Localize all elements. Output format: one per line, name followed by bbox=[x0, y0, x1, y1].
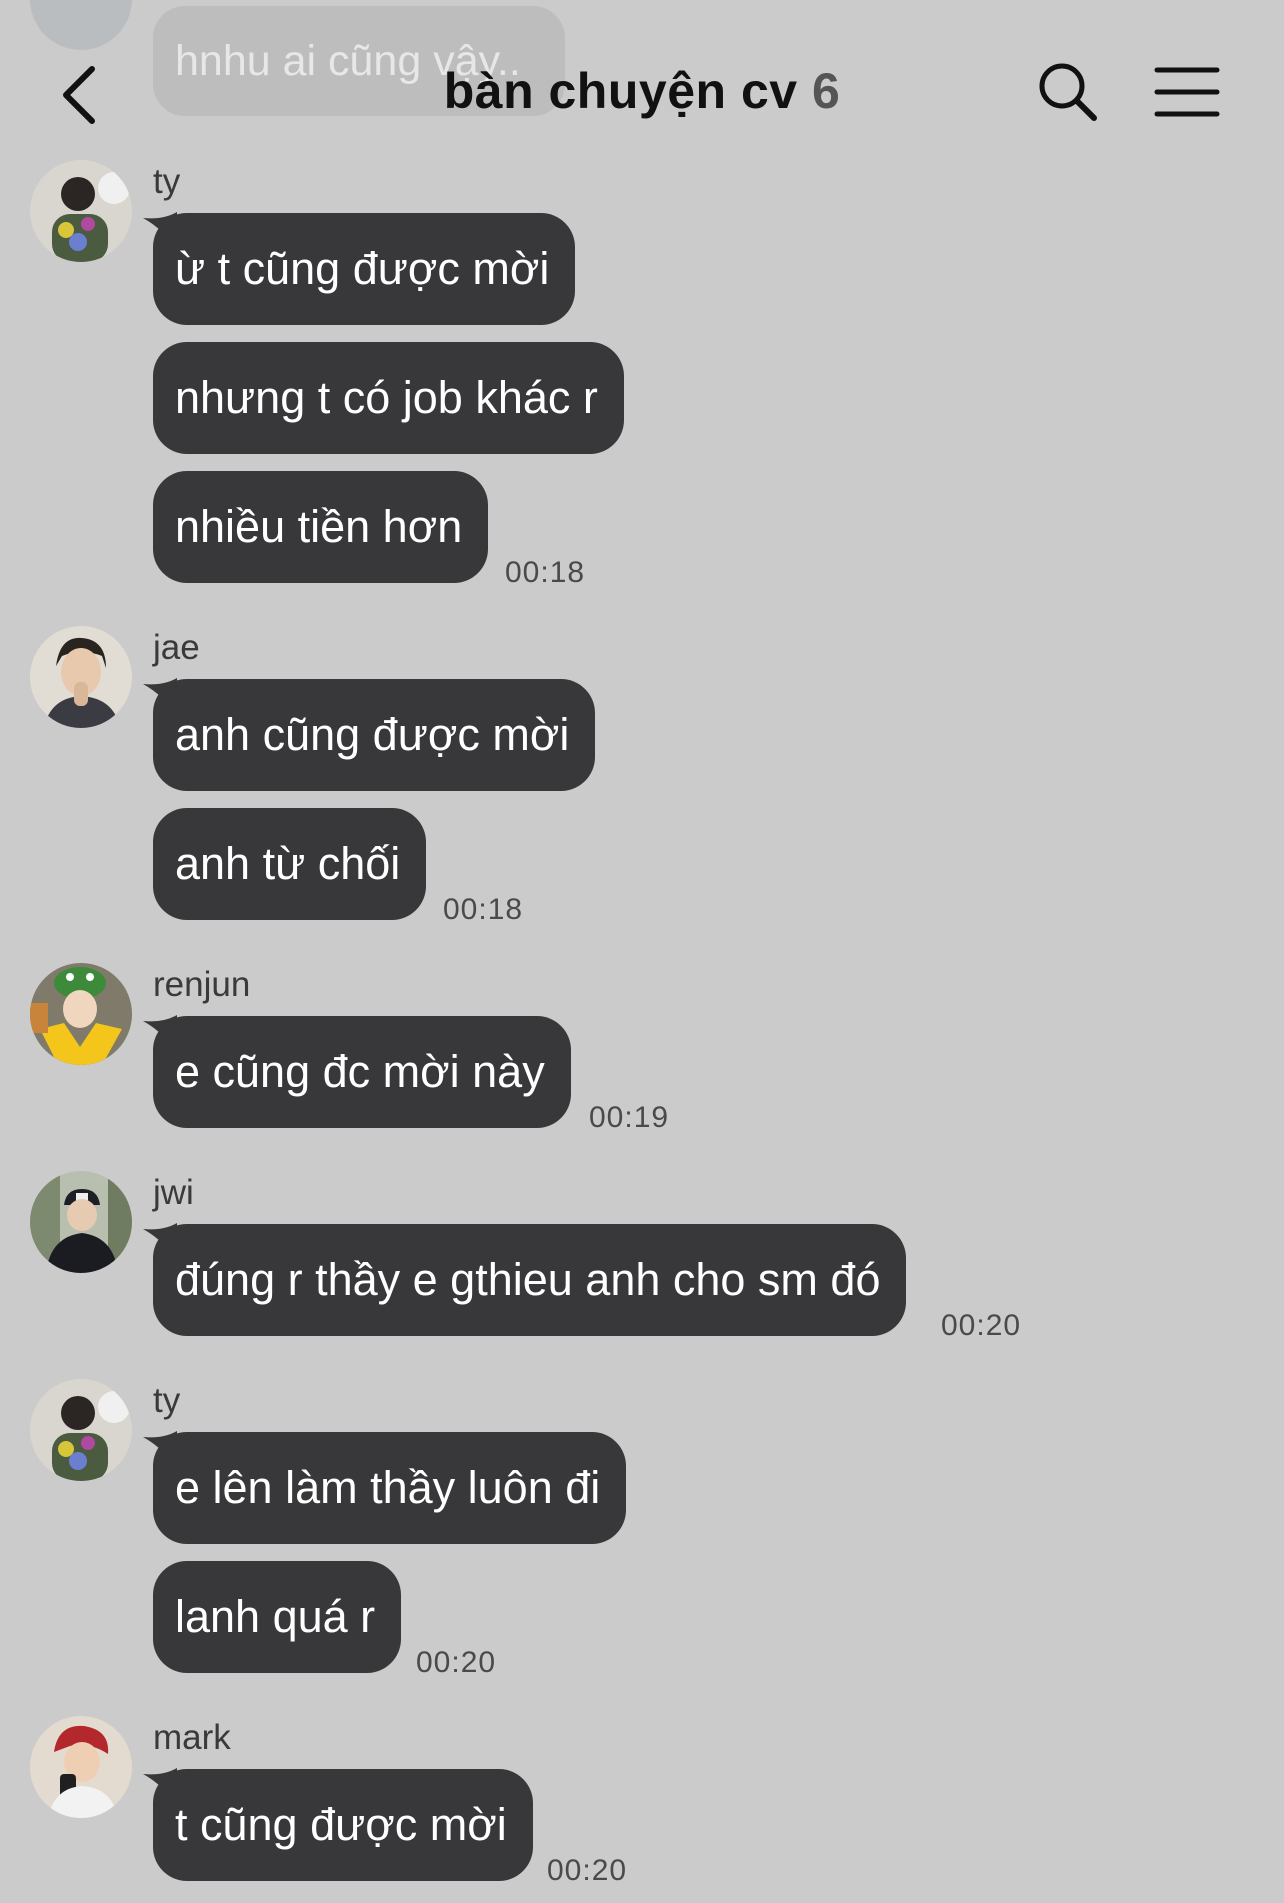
avatar[interactable] bbox=[30, 1171, 132, 1273]
sender-name: jwi bbox=[153, 1173, 194, 1212]
sender-name: renjun bbox=[153, 965, 251, 1004]
search-button[interactable] bbox=[1036, 60, 1100, 124]
avatar-image bbox=[30, 1171, 132, 1273]
sender-name: ty bbox=[153, 1381, 181, 1420]
avatar-image bbox=[30, 1379, 132, 1481]
avatar-image bbox=[30, 1716, 132, 1818]
message-bubble[interactable]: lanh quá r bbox=[153, 1561, 402, 1673]
avatar[interactable] bbox=[30, 963, 132, 1065]
member-count: 6 bbox=[811, 63, 841, 119]
avatar[interactable] bbox=[30, 626, 132, 728]
message-bubble[interactable]: t cũng được mời bbox=[153, 1769, 533, 1881]
message-bubble[interactable]: ừ t cũng được mời bbox=[153, 213, 576, 325]
message-bubble[interactable]: nhiều tiền hơn bbox=[153, 471, 489, 583]
message-bubble[interactable]: e lên làm thầy luôn đi bbox=[153, 1432, 627, 1544]
avatar[interactable] bbox=[30, 1379, 132, 1481]
avatar-image bbox=[30, 160, 132, 262]
menu-button[interactable] bbox=[1154, 62, 1220, 122]
sender-name: mark bbox=[153, 1718, 231, 1757]
timestamp: 00:20 bbox=[941, 1309, 1022, 1342]
avatar-image bbox=[30, 963, 132, 1065]
sender-name: jae bbox=[153, 628, 200, 667]
avatar[interactable] bbox=[30, 160, 132, 262]
search-icon bbox=[1039, 63, 1097, 121]
message-bubble[interactable]: nhưng t có job khác r bbox=[153, 342, 624, 454]
message-bubble[interactable]: đúng r thầy e gthieu anh cho sm đó bbox=[153, 1224, 907, 1336]
timestamp: 00:19 bbox=[589, 1101, 670, 1134]
timestamp: 00:20 bbox=[416, 1646, 497, 1679]
avatar bbox=[30, 0, 132, 50]
chat-name: bàn chuyện cv bbox=[443, 63, 798, 119]
message-bubble[interactable]: anh từ chối bbox=[153, 808, 427, 920]
timestamp: 00:20 bbox=[547, 1854, 628, 1887]
timestamp: 00:18 bbox=[443, 893, 524, 926]
avatar[interactable] bbox=[30, 1716, 132, 1818]
sender-name: ty bbox=[153, 162, 181, 201]
message-bubble[interactable]: e cũng đc mời này bbox=[153, 1016, 571, 1128]
avatar-image bbox=[30, 626, 132, 728]
timestamp: 00:18 bbox=[505, 556, 586, 589]
hamburger-menu-icon bbox=[1154, 67, 1220, 117]
chat-header: hnhu ai cũng vậy.. bàn chuyện cv 6 bbox=[0, 0, 1284, 190]
message-bubble[interactable]: anh cũng được mời bbox=[153, 679, 596, 791]
